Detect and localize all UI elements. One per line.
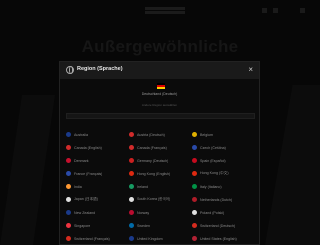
region-option-label: Canada (English) [74, 145, 102, 150]
flag-icon [129, 132, 134, 137]
region-selector-modal: Region (Sprache) × Deutschland (Deutsch)… [59, 61, 260, 245]
flag-icon [129, 223, 134, 228]
flag-icon [192, 158, 197, 163]
globe-icon [66, 66, 74, 74]
flag-icon [192, 236, 197, 241]
region-option-label: Sweden [137, 223, 150, 228]
flag-icon [66, 210, 71, 215]
region-option-label: Switzerland (Deutsch) [200, 223, 236, 228]
region-option-label: Denmark [74, 158, 89, 163]
region-option[interactable]: Switzerland (Français) [66, 232, 129, 245]
region-option[interactable]: United Kingdom [129, 232, 192, 245]
region-option-label: United Kingdom [137, 236, 163, 241]
region-option[interactable]: Sweden [129, 219, 192, 232]
flag-icon [192, 145, 197, 150]
region-option-label: United States (English) [200, 236, 237, 241]
modal-header: Region (Sprache) × [60, 62, 259, 79]
flag-icon [66, 236, 71, 241]
menu-icon [300, 8, 305, 13]
region-list: Australia Austria (Deutsch) Belgium Canada … [66, 128, 255, 245]
region-option-label: France (Français) [74, 171, 103, 176]
flag-icon [192, 210, 197, 215]
region-option[interactable]: South Korea (한국어) [129, 193, 192, 206]
flag-icon [66, 171, 71, 176]
region-option[interactable]: Hong Kong (English) [129, 167, 192, 180]
region-option-label: Czech (Čeština) [200, 145, 226, 150]
flag-icon [66, 158, 71, 163]
flag-icon [129, 184, 134, 189]
region-option[interactable]: Spain (Español) [192, 154, 255, 167]
region-option-label: Ireland [137, 184, 148, 189]
region-option[interactable]: Netherlands (Dutch) [192, 193, 255, 206]
close-icon[interactable]: × [248, 65, 253, 74]
user-icon [273, 8, 278, 13]
region-option[interactable]: Canada (English) [66, 141, 129, 154]
modal-title: Region (Sprache) [77, 66, 123, 72]
region-option[interactable]: France (Français) [66, 167, 129, 180]
flag-icon [129, 210, 134, 215]
region-option[interactable]: Ireland [129, 180, 192, 193]
region-option-label: Netherlands (Dutch) [200, 197, 233, 202]
region-option[interactable]: Belgium [192, 128, 255, 141]
region-option-label: India [74, 184, 82, 189]
region-option[interactable]: India [66, 180, 129, 193]
flag-icon [129, 236, 134, 241]
region-option[interactable]: Hong Kong (中文) [192, 167, 255, 180]
flag-icon [192, 197, 197, 202]
flag-icon [66, 223, 71, 228]
flag-icon [192, 171, 197, 176]
region-option-label: New Zealand [74, 210, 96, 215]
region-option-label: Canada (Français) [137, 145, 167, 150]
flag-icon [129, 197, 134, 202]
region-option-label: Poland (Polski) [200, 210, 225, 215]
hero-headline: Außergewöhnliche [81, 37, 239, 56]
flag-icon [192, 223, 197, 228]
region-search-input[interactable] [66, 113, 255, 119]
region-option-label: Hong Kong (中文) [200, 171, 229, 175]
region-option[interactable]: Australia [66, 128, 129, 141]
region-option[interactable]: Switzerland (Deutsch) [192, 219, 255, 232]
search-icon [262, 8, 267, 13]
region-option[interactable]: Denmark [66, 154, 129, 167]
current-region-flag [157, 83, 165, 89]
region-option[interactable]: Italy (Italiano) [192, 180, 255, 193]
region-option[interactable]: Austria (Deutsch) [129, 128, 192, 141]
region-option[interactable]: Czech (Čeština) [192, 141, 255, 154]
flag-icon [66, 132, 71, 137]
region-option[interactable]: Germany (Deutsch) [129, 154, 192, 167]
flag-icon [129, 171, 134, 176]
region-option-label: Spain (Español) [200, 158, 226, 163]
region-option[interactable]: Canada (Français) [129, 141, 192, 154]
region-option[interactable]: Japan (日本語) [66, 193, 129, 206]
region-option[interactable]: Poland (Polski) [192, 206, 255, 219]
region-option-label: Austria (Deutsch) [137, 132, 165, 137]
region-option-label: Belgium [200, 132, 213, 137]
hero-graphic-right [265, 85, 320, 245]
region-option[interactable]: Singapore [66, 219, 129, 232]
region-option-label: Switzerland (Français) [74, 236, 110, 241]
region-option-label: Italy (Italiano) [200, 184, 222, 189]
region-option[interactable]: United States (English) [192, 232, 255, 245]
flag-icon [66, 184, 71, 189]
current-region-label: Deutschland (Deutsch) [141, 92, 178, 96]
flag-icon [129, 158, 134, 163]
flag-icon [66, 197, 71, 202]
region-option[interactable]: New Zealand [66, 206, 129, 219]
region-option-label: Hong Kong (English) [137, 171, 171, 176]
region-option-label: South Korea (한국어) [137, 197, 171, 201]
region-option-label: Singapore [74, 223, 91, 228]
current-region-subtext: Andere Region auswählen [141, 103, 178, 107]
brand-logo [145, 7, 185, 14]
flag-icon [192, 132, 197, 137]
region-option-label: Australia [74, 132, 88, 137]
flag-icon [192, 184, 197, 189]
flag-icon [129, 145, 134, 150]
flag-icon [66, 145, 71, 150]
region-option-label: Japan (日本語) [74, 197, 98, 201]
region-option[interactable]: Norway [129, 206, 192, 219]
region-option-label: Norway [137, 210, 150, 215]
region-option-label: Germany (Deutsch) [137, 158, 169, 163]
hero-graphic-left [0, 95, 55, 245]
